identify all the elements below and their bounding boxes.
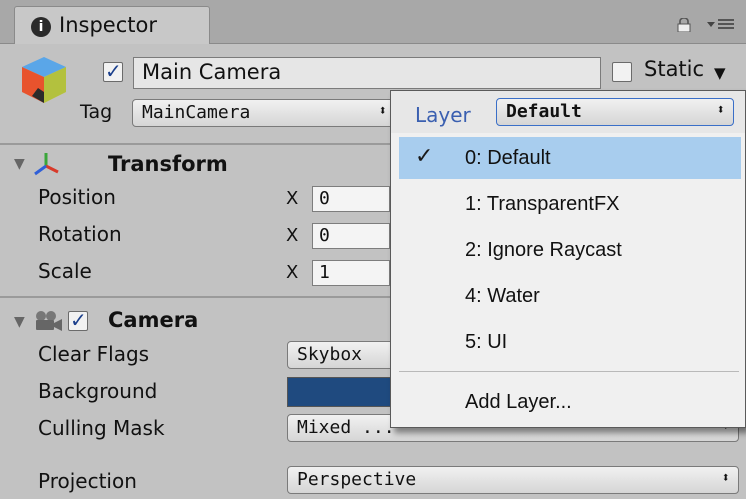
dropdown-arrows-icon: ⬍ xyxy=(721,470,730,486)
rotation-x-field[interactable]: 0 xyxy=(312,223,390,249)
camera-enabled-checkbox[interactable] xyxy=(68,308,88,332)
checkmark-icon: ✓ xyxy=(415,143,434,168)
transform-axes-icon xyxy=(34,153,59,176)
option-label: 1: TransparentFX xyxy=(465,193,620,215)
option-label: 0: Default xyxy=(465,147,551,169)
active-checkbox[interactable] xyxy=(103,59,123,83)
scale-x-label[interactable]: X xyxy=(286,262,298,283)
menu-separator xyxy=(399,371,739,372)
transform-foldout-icon[interactable]: ▼ xyxy=(14,156,25,172)
rotation-x-label[interactable]: X xyxy=(286,225,298,246)
tag-label: Tag xyxy=(80,101,113,123)
layer-current-value: Default xyxy=(506,101,582,122)
projection-value: Perspective xyxy=(297,469,417,490)
layer-option-ui[interactable]: 5: UI xyxy=(399,321,741,363)
tag-dropdown[interactable]: MainCamera ⬍ xyxy=(132,99,396,127)
object-name-field[interactable]: Main Camera xyxy=(133,57,601,89)
position-label: Position xyxy=(38,185,116,209)
dropdown-arrows-icon: ⬍ xyxy=(378,103,387,119)
tag-value: MainCamera xyxy=(142,102,251,123)
option-label: 5: UI xyxy=(465,331,508,353)
camera-foldout-icon[interactable]: ▼ xyxy=(14,314,25,330)
culling-mask-label: Culling Mask xyxy=(38,416,165,440)
projection-dropdown[interactable]: Perspective ⬍ xyxy=(287,466,739,494)
clear-flags-dropdown[interactable]: Skybox xyxy=(287,341,399,369)
layer-dropdown-menu: Layer Default ⬍ ✓ 0: Default 1: Transpar… xyxy=(390,90,746,428)
camera-icon xyxy=(36,311,62,331)
option-label: 4: Water xyxy=(465,285,540,307)
layer-option-ignore-raycast[interactable]: 2: Ignore Raycast xyxy=(399,229,741,271)
layer-label: Layer xyxy=(415,103,471,127)
static-label: Static xyxy=(644,57,705,81)
projection-label: Projection xyxy=(38,469,137,493)
clear-flags-value: Skybox xyxy=(297,344,363,365)
layer-option-default[interactable]: ✓ 0: Default xyxy=(399,137,741,179)
dropdown-arrows-icon: ⬍ xyxy=(716,102,725,118)
background-color-swatch[interactable] xyxy=(287,377,399,407)
clear-flags-label: Clear Flags xyxy=(38,342,150,366)
position-x-label[interactable]: X xyxy=(286,188,298,209)
layer-header: Layer Default ⬍ xyxy=(391,91,745,133)
tab-label: Inspector xyxy=(59,13,157,37)
position-x-field[interactable]: 0 xyxy=(312,186,390,212)
static-dropdown-arrow-icon[interactable]: ▼ xyxy=(714,64,726,82)
camera-title: Camera xyxy=(108,308,199,332)
inspector-tab[interactable]: i Inspector xyxy=(14,6,210,44)
background-label: Background xyxy=(38,379,158,403)
layer-option-water[interactable]: 4: Water xyxy=(399,275,741,317)
static-checkbox[interactable] xyxy=(612,62,632,82)
scale-label: Scale xyxy=(38,259,92,283)
layer-dropdown[interactable]: Default ⬍ xyxy=(496,98,734,126)
add-layer-option[interactable]: Add Layer... xyxy=(399,381,741,423)
scale-x-field[interactable]: 1 xyxy=(312,260,390,286)
layer-option-transparentfx[interactable]: 1: TransparentFX xyxy=(399,183,741,225)
option-label: 2: Ignore Raycast xyxy=(465,239,622,261)
gameobject-cube-icon xyxy=(22,57,66,103)
culling-mask-value: Mixed ... xyxy=(297,417,395,438)
lock-icon[interactable] xyxy=(676,18,692,32)
info-icon: i xyxy=(31,17,51,37)
rotation-label: Rotation xyxy=(38,222,122,246)
transform-title: Transform xyxy=(108,152,228,176)
option-label: Add Layer... xyxy=(465,391,572,413)
context-menu-icon[interactable] xyxy=(706,16,736,32)
